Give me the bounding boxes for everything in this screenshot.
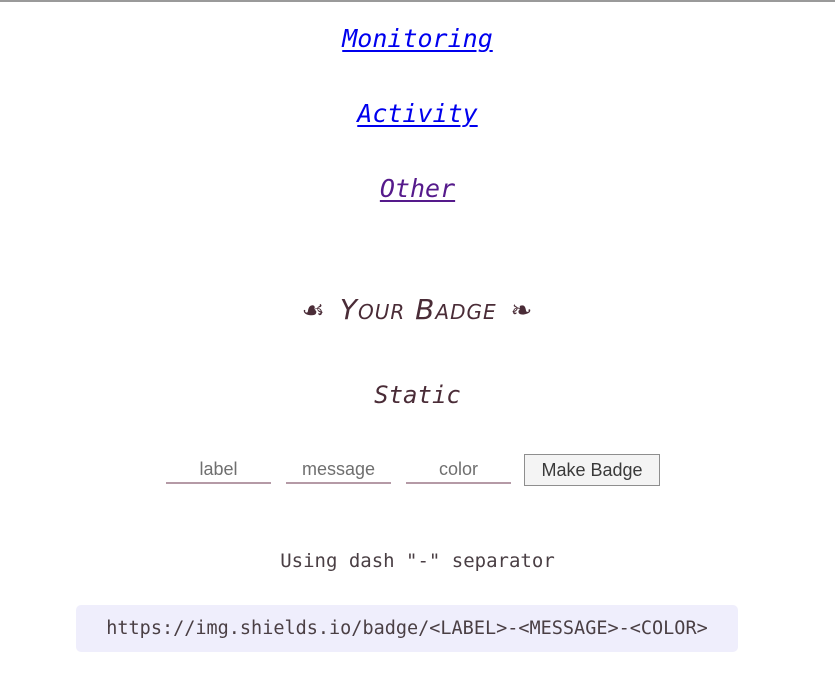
nav-link-activity[interactable]: Activity (357, 99, 477, 128)
right-ornament-icon: ❧ (510, 296, 534, 326)
nav-activity-row: Activity (0, 99, 835, 129)
nav-other-row: Other (0, 174, 835, 204)
color-input[interactable] (406, 456, 511, 484)
url-code-block: https://img.shields.io/badge/<LABEL>-<ME… (76, 605, 738, 652)
label-input[interactable] (166, 456, 271, 484)
left-ornament-icon: ☙ (301, 296, 326, 326)
page: Monitoring Activity Other ☙ Your Badge ❧ S… (0, 0, 835, 678)
message-input[interactable] (286, 456, 391, 484)
static-heading: Static (374, 381, 461, 409)
nav-link-other[interactable]: Other (380, 174, 455, 203)
make-badge-button[interactable]: Make Badge (524, 454, 660, 486)
url-example: https://img.shields.io/badge/<LABEL>-<ME… (106, 618, 708, 639)
nav-monitoring-row: Monitoring (0, 24, 835, 54)
nav-link-monitoring[interactable]: Monitoring (342, 24, 493, 53)
static-badge-form: Make Badge (166, 453, 660, 487)
your-badge-heading: ☙ Your Badge ❧ (0, 292, 835, 329)
your-badge-title: Your Badge (339, 293, 497, 326)
separator-note: Using dash "-" separator (280, 550, 555, 572)
